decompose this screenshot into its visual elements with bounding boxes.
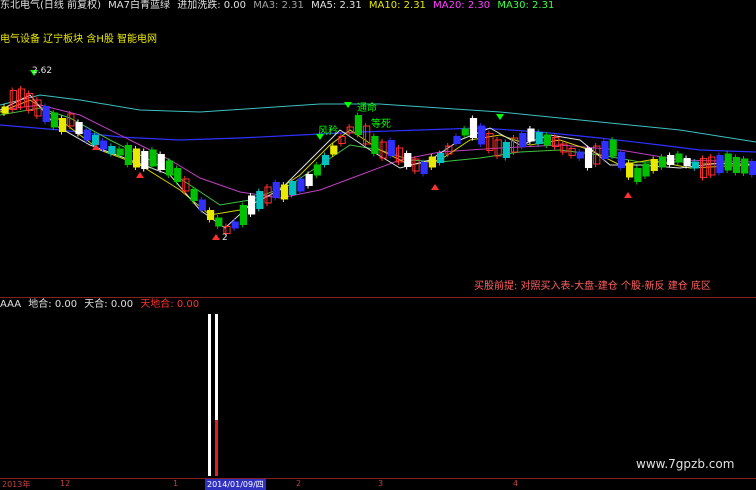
candle-body: [642, 163, 650, 177]
candle-body: [256, 191, 264, 209]
candle-body: [732, 157, 741, 173]
high-price-label: 2.62: [32, 66, 53, 76]
candle-body: [675, 153, 683, 163]
panel-divider[interactable]: [0, 297, 756, 298]
candle-body: [535, 132, 543, 144]
watermark-text: www.7gpzb.com: [636, 457, 735, 471]
candle-body: [683, 158, 691, 166]
candle-body: [206, 210, 215, 220]
candle-body: [165, 160, 174, 176]
candle-body: [132, 148, 141, 168]
candle-body: [248, 195, 256, 215]
candle-body: [321, 155, 330, 165]
candle-body: [576, 151, 584, 159]
candle-body: [708, 156, 716, 176]
candle-body: [716, 155, 724, 173]
candle-body: [519, 133, 527, 147]
axis-year-label: 2013年: [2, 480, 31, 489]
annotation-dengsi: 等死: [371, 119, 391, 130]
tianhe-value: 天合: 0.00: [84, 299, 134, 310]
candle-body: [527, 128, 535, 142]
candle-body: [100, 140, 108, 150]
indicator-title-bar: AAA 地合: 0.00 天合: 0.00 天地合: 0.00: [0, 299, 203, 311]
candle-body: [280, 184, 289, 200]
candle-body: [478, 125, 486, 145]
candle-body: [124, 145, 132, 165]
candle-body: [75, 122, 83, 134]
candle-body: [59, 118, 67, 132]
indicator-panel-name: AAA: [0, 299, 22, 310]
candle-body: [297, 178, 305, 192]
candle-body: [617, 152, 626, 168]
date-cursor-label: 2014/01/09/四: [205, 479, 266, 490]
candle-body: [453, 136, 461, 144]
candle-body: [749, 161, 756, 175]
candle-body: [626, 162, 634, 178]
candle-body: [91, 135, 100, 145]
candle-body: [272, 182, 280, 198]
candle-body: [190, 189, 198, 201]
candle-body: [313, 164, 321, 176]
candle-body: [437, 153, 445, 163]
candle-body: [149, 149, 157, 167]
tiandihe-value: 天地合: 0.00: [140, 299, 200, 310]
low-price-label: 2: [222, 233, 228, 243]
candle-body: [699, 158, 708, 178]
candle-body: [1, 106, 9, 114]
candle-body: [371, 136, 379, 154]
candle-body: [667, 155, 675, 165]
up-arrows: [92, 144, 632, 240]
candle-body: [724, 153, 732, 171]
candle-body: [108, 146, 116, 154]
annotation-fengxian: 风矜: [318, 126, 338, 137]
buy-condition-text: 买股前提: 对照买入表-大盘-建仓 个股-新反 建仓 底区: [474, 281, 711, 292]
candle-body: [387, 140, 395, 156]
candle-body: [543, 134, 552, 146]
candle-body: [215, 217, 223, 227]
candle-body: [584, 148, 593, 168]
indicator-bar-red: [215, 420, 218, 476]
candle-body: [469, 118, 478, 138]
kline-chart[interactable]: [0, 0, 756, 487]
candle-body: [157, 154, 165, 170]
candle-body: [83, 129, 91, 141]
candle-body: [42, 106, 50, 122]
candle-body: [50, 112, 59, 128]
candle-body: [289, 181, 297, 195]
candle-body: [420, 162, 428, 174]
candle-body: [691, 161, 699, 169]
candle-body: [141, 151, 149, 169]
candle-body: [609, 139, 617, 157]
candle-body: [116, 148, 124, 156]
dihe-value: 地合: 0.00: [28, 299, 78, 310]
indicator-bar-white-1: [208, 314, 211, 476]
candle-body: [404, 153, 412, 167]
candle-body: [461, 128, 469, 136]
candle-body: [330, 145, 338, 155]
candle-body: [601, 141, 609, 159]
candle-body: [231, 221, 239, 229]
candle-body: [741, 158, 749, 174]
candle-body: [502, 142, 510, 158]
candle-body: [198, 199, 206, 211]
candle-body: [305, 174, 313, 186]
candle-body: [174, 168, 182, 182]
candle-body: [650, 159, 658, 171]
candle-body: [428, 156, 437, 168]
candle-body: [239, 205, 248, 225]
annotation-tongming: 通命: [357, 103, 377, 114]
candle-body: [634, 168, 642, 182]
candle-body: [354, 115, 363, 135]
candle-body: [658, 156, 667, 168]
